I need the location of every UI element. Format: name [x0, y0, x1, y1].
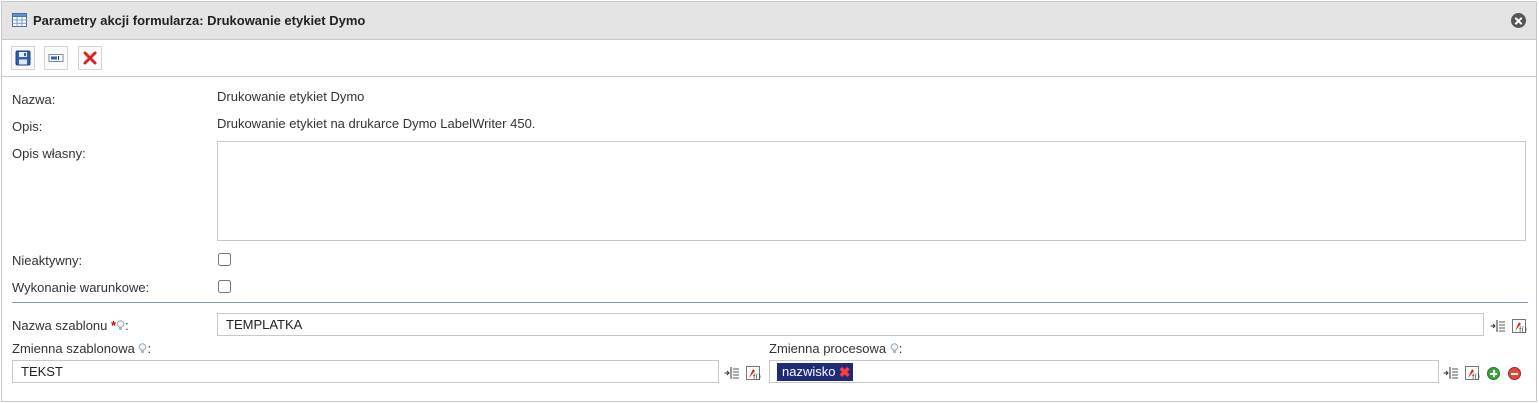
function-editor-icon[interactable]: f(): [1464, 365, 1480, 381]
svg-text:f(): f(): [753, 373, 761, 381]
conditional-label: Wykonanie warunkowe:: [12, 280, 150, 295]
delete-icon: [83, 51, 97, 65]
variable-tag[interactable]: nazwisko ✖: [777, 363, 854, 381]
inactive-checkbox[interactable]: [218, 253, 231, 266]
save-icon: [15, 50, 31, 66]
function-editor-icon[interactable]: f(): [1511, 318, 1527, 334]
description-value: Drukowanie etykiet na drukarce Dymo Labe…: [217, 116, 536, 131]
remove-tag-icon[interactable]: ✖: [839, 363, 851, 381]
dialog-titlebar: Parametry akcji formularza: Drukowanie e…: [2, 2, 1536, 40]
function-editor-icon[interactable]: f(): [745, 365, 761, 381]
field-edit-button[interactable]: [44, 46, 68, 70]
add-icon[interactable]: [1487, 367, 1500, 380]
insert-variable-icon[interactable]: [1490, 318, 1506, 334]
name-label: Nazwa:: [12, 92, 56, 107]
own-description-field[interactable]: [217, 141, 1526, 241]
conditional-checkbox[interactable]: [218, 280, 231, 293]
close-icon[interactable]: [1511, 13, 1526, 28]
dialog-title: Parametry akcji formularza: Drukowanie e…: [33, 13, 366, 28]
template-variable-label: Zmienna szablonowa :: [12, 341, 152, 356]
process-variable-label: Zmienna procesowa :: [769, 341, 903, 356]
insert-variable-icon[interactable]: [1443, 365, 1459, 381]
delete-button[interactable]: [78, 46, 102, 70]
insert-variable-icon[interactable]: [724, 365, 740, 381]
inactive-label: Nieaktywny:: [12, 253, 83, 268]
process-variable-input[interactable]: nazwisko ✖: [769, 360, 1439, 383]
own-description-label: Opis własny:: [12, 146, 86, 161]
save-button[interactable]: [11, 46, 35, 70]
template-variable-input[interactable]: [12, 360, 719, 383]
description-label: Opis:: [12, 119, 43, 134]
svg-text:f(): f(): [1519, 326, 1527, 334]
variable-tag-label: nazwisko: [782, 364, 836, 379]
template-name-label: Nazwa szablonu *:: [12, 318, 129, 333]
toolbar: [2, 40, 1536, 77]
table-icon: [12, 13, 27, 27]
remove-icon[interactable]: [1508, 367, 1521, 380]
section-divider: [12, 302, 1528, 303]
action-parameters-dialog: Parametry akcji formularza: Drukowanie e…: [1, 1, 1537, 402]
svg-text:f(): f(): [1472, 373, 1480, 381]
lightbulb-icon: [116, 320, 125, 330]
lightbulb-icon: [890, 343, 898, 353]
template-name-input[interactable]: [217, 313, 1484, 336]
name-value: Drukowanie etykiet Dymo: [217, 89, 365, 104]
textbox-icon: [48, 54, 64, 62]
